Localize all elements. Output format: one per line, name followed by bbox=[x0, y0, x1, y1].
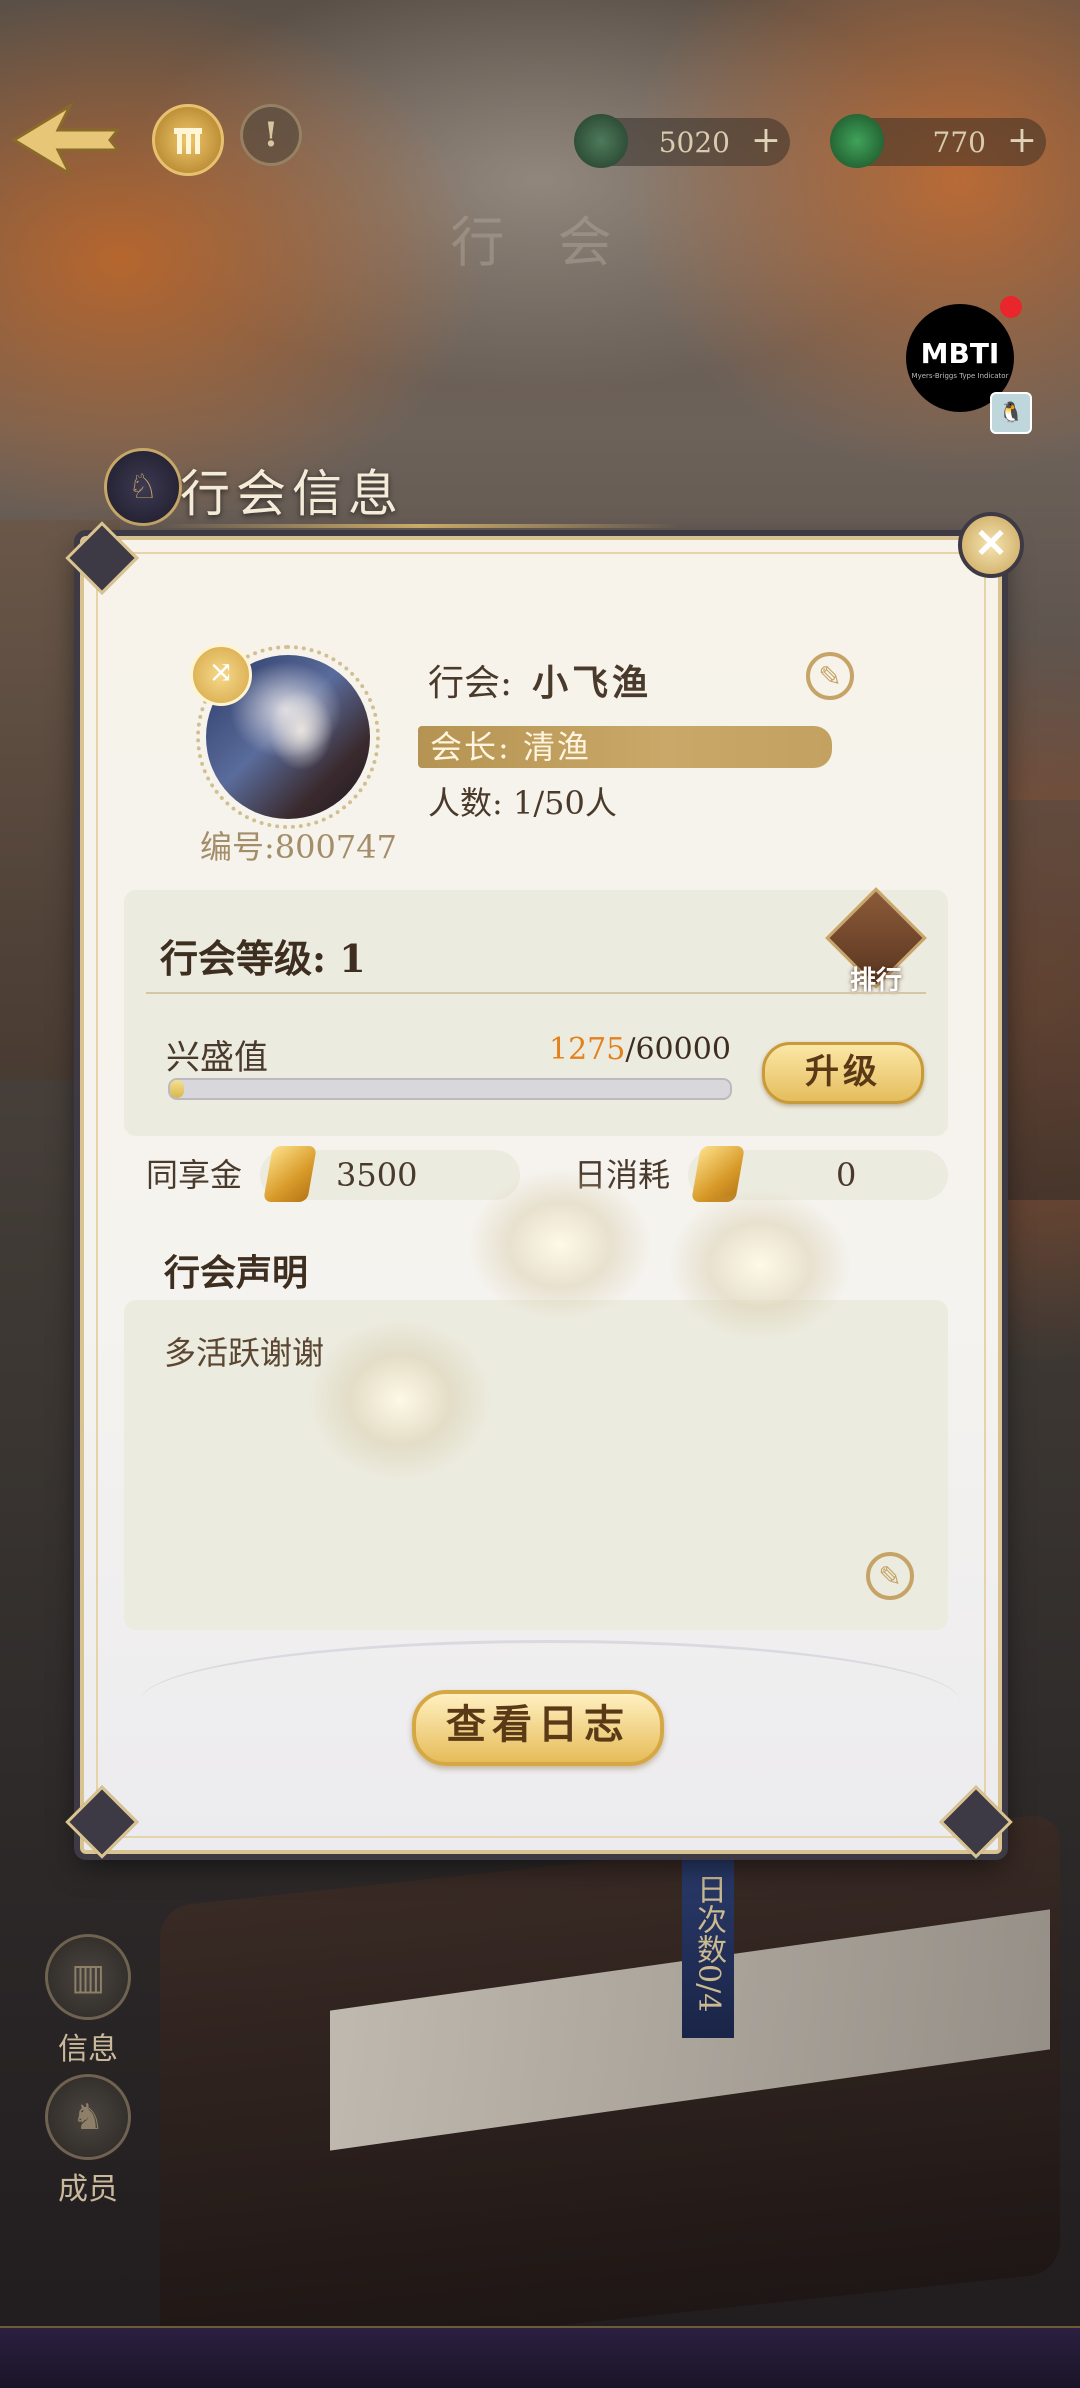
side-button-members[interactable]: ♞ 成员 bbox=[44, 2074, 132, 2208]
panel-title: 行会信息 bbox=[180, 465, 404, 523]
mbti-label: MBTI bbox=[920, 336, 1000, 370]
gold-ingot-icon bbox=[263, 1146, 317, 1202]
scene-title: 行 会 bbox=[450, 211, 630, 274]
title-swoosh bbox=[160, 524, 680, 528]
side-button-members-label: 成员 bbox=[58, 2172, 118, 2207]
shared-gold-pill: 3500 bbox=[260, 1146, 520, 1202]
guild-name-row: 行会: 小飞渔 bbox=[428, 654, 652, 706]
pencil-icon: ✎ bbox=[818, 660, 842, 693]
side-button-info-label: 信息 bbox=[58, 2032, 118, 2067]
pencil-icon: ✎ bbox=[878, 1560, 902, 1593]
leader-bar: 会长: 清渔 bbox=[418, 726, 832, 768]
close-button[interactable]: ✕ bbox=[958, 512, 1024, 578]
sparkle-effect bbox=[310, 1320, 490, 1480]
close-icon: ✕ bbox=[974, 520, 1008, 567]
penguin-icon: 🐧 bbox=[990, 392, 1032, 434]
shared-gold-value: 3500 bbox=[336, 1156, 418, 1194]
edit-name-button[interactable]: ✎ bbox=[806, 652, 854, 700]
currency-orb-display: 770 + bbox=[830, 114, 1046, 168]
bg-temple-right bbox=[990, 800, 1080, 1200]
sparkle-effect bbox=[670, 1190, 850, 1340]
add-orb-button[interactable]: + bbox=[1004, 123, 1040, 160]
jade-coin-icon bbox=[574, 114, 628, 168]
sparkle-effect bbox=[470, 1170, 650, 1320]
shared-gold-label: 同享金 bbox=[146, 1156, 243, 1194]
daily-cost-value: 0 bbox=[836, 1156, 857, 1194]
guild-id: 编号:800747 bbox=[200, 828, 397, 866]
guild-level-box: 行会等级: 1 排行 兴盛值 1275/60000 升级 bbox=[124, 887, 948, 1136]
hall-icon bbox=[174, 128, 202, 154]
upgrade-button[interactable]: 升级 bbox=[762, 1042, 924, 1104]
member-horse-icon: ♞ bbox=[45, 2074, 131, 2160]
change-avatar-button[interactable]: ⤨ bbox=[190, 644, 252, 706]
declaration-title: 行会声明 bbox=[164, 1252, 309, 1294]
prosperity-value: 1275/60000 bbox=[549, 1032, 731, 1067]
guild-name-label: 行会: bbox=[428, 663, 513, 704]
divider bbox=[146, 992, 926, 994]
currency-jade-value: 5020 bbox=[658, 125, 730, 159]
member-count: 人数: 1/50人 bbox=[428, 784, 617, 822]
side-button-info[interactable]: ▥ 信息 bbox=[44, 1934, 132, 2068]
declaration-text: 多活跃谢谢 bbox=[164, 1334, 325, 1372]
guild-crest-icon: ♘ bbox=[104, 448, 182, 526]
currency-orb-value: 770 bbox=[932, 125, 986, 159]
panel-title-tab: ♘ 行会信息 bbox=[100, 440, 680, 530]
prosperity-max: /60000 bbox=[625, 1032, 731, 1067]
guild-level-title: 行会等级: 1 bbox=[160, 936, 366, 981]
add-jade-button[interactable]: + bbox=[748, 123, 784, 160]
info-building-icon: ▥ bbox=[45, 1934, 131, 2020]
daily-cost-pill: 0 bbox=[688, 1146, 948, 1202]
bottom-bar bbox=[0, 2326, 1080, 2388]
green-orb-icon bbox=[830, 114, 884, 168]
mbti-sub: Myers-Briggs Type Indicator bbox=[911, 371, 1009, 380]
prosperity-progress-bar bbox=[168, 1078, 732, 1100]
edit-declaration-button[interactable]: ✎ bbox=[866, 1552, 914, 1600]
bg-daily-banner: 日次数0/4 bbox=[682, 1840, 734, 2038]
guild-hall-button[interactable] bbox=[152, 104, 224, 176]
currency-jade-display: 5020 + bbox=[574, 114, 790, 168]
declaration-box: 多活跃谢谢 bbox=[124, 1300, 948, 1630]
back-arrow-icon bbox=[11, 102, 122, 178]
back-button[interactable] bbox=[10, 100, 122, 180]
prosperity-progress-fill bbox=[170, 1080, 184, 1098]
prosperity-label: 兴盛值 bbox=[166, 1038, 268, 1078]
help-icon: ! bbox=[263, 115, 279, 155]
notification-dot bbox=[1000, 296, 1022, 318]
shuffle-icon: ⤨ bbox=[208, 655, 234, 690]
prosperity-current: 1275 bbox=[549, 1032, 626, 1067]
guild-name: 小飞渔 bbox=[532, 662, 653, 704]
view-log-button[interactable]: 查看日志 bbox=[412, 1690, 664, 1766]
help-button[interactable]: ! bbox=[240, 104, 302, 166]
ranking-button[interactable]: 排行 bbox=[825, 887, 927, 996]
